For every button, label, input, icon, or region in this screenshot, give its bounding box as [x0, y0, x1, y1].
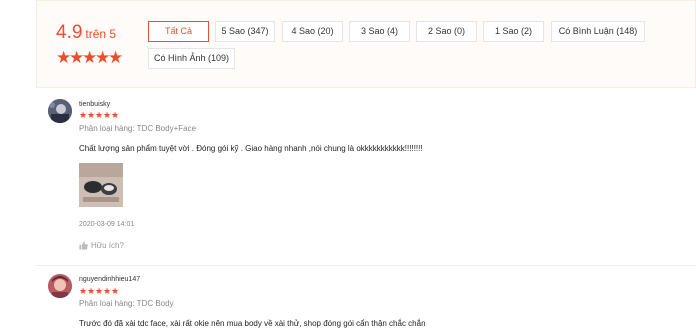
avatar-image — [48, 99, 72, 123]
avatar[interactable] — [48, 274, 72, 298]
star-icon: ★ — [87, 110, 96, 120]
star-icon: ★ — [56, 48, 72, 67]
filter-1-star[interactable]: 1 Sao (2) — [483, 21, 544, 42]
star-icon: ★ — [111, 286, 120, 296]
avatar[interactable] — [48, 99, 72, 123]
review-photo[interactable] — [79, 163, 123, 207]
filter-all[interactable]: Tất Cả — [148, 21, 209, 42]
reviewer-username[interactable]: nguyendinhhieu147 — [79, 276, 140, 283]
review-content: Trước đó đã xài tdc face, xài rất okie n… — [79, 319, 426, 328]
product-variant: Phân loại hàng: TDC Body+Face — [79, 124, 197, 133]
review-content: Chất lượng sản phẩm tuyệt vời . Đóng gói… — [79, 144, 423, 153]
review-timestamp: 2020-03-09 14:01 — [79, 221, 135, 228]
average-stars: ★ ★ ★ ★ ★ — [56, 48, 124, 67]
helpful-button[interactable]: Hữu ích? — [79, 241, 124, 250]
filter-3-star[interactable]: 3 Sao (4) — [349, 21, 410, 42]
star-icon: ★ — [79, 110, 88, 120]
rating-overview: 4.9 trên 5 ★ ★ ★ ★ ★ — [56, 22, 136, 66]
star-icon: ★ — [87, 286, 96, 296]
filter-2-star[interactable]: 2 Sao (0) — [416, 21, 477, 42]
star-icon: ★ — [95, 48, 111, 67]
reviewer-username[interactable]: tienbuisky — [79, 101, 110, 108]
star-icon: ★ — [95, 110, 104, 120]
thumbs-up-icon — [79, 241, 88, 250]
star-icon: ★ — [108, 48, 124, 67]
star-icon: ★ — [69, 48, 85, 67]
filter-with-photos[interactable]: Có Hình Ảnh (109) — [148, 48, 235, 69]
score-suffix: trên 5 — [85, 27, 117, 41]
star-icon: ★ — [82, 48, 98, 67]
star-icon: ★ — [103, 110, 112, 120]
review-stars: ★ ★ ★ ★ ★ — [79, 287, 119, 296]
star-icon: ★ — [79, 286, 88, 296]
helpful-label: Hữu ích? — [91, 241, 124, 250]
product-variant: Phân loại hàng: TDC Body — [79, 299, 174, 308]
avatar-image — [48, 274, 72, 298]
review-photo-image — [79, 163, 123, 207]
average-score: 4.9 — [56, 22, 83, 43]
star-icon: ★ — [95, 286, 104, 296]
review-item: nguyendinhhieu147 ★ ★ ★ ★ ★ Phân loại hà… — [36, 266, 696, 329]
filter-5-star[interactable]: 5 Sao (347) — [215, 21, 275, 42]
filter-4-star[interactable]: 4 Sao (20) — [282, 21, 343, 42]
rating-summary: 4.9 trên 5 ★ ★ ★ ★ ★ Tất Cả 5 Sao (347) 4… — [36, 0, 696, 88]
star-icon: ★ — [111, 110, 120, 120]
filter-with-comments[interactable]: Có Bình Luận (148) — [551, 21, 645, 42]
review-stars: ★ ★ ★ ★ ★ — [79, 111, 119, 120]
review-item: tienbuisky ★ ★ ★ ★ ★ Phân loại hàng: TDC… — [36, 88, 696, 266]
star-icon: ★ — [103, 286, 112, 296]
